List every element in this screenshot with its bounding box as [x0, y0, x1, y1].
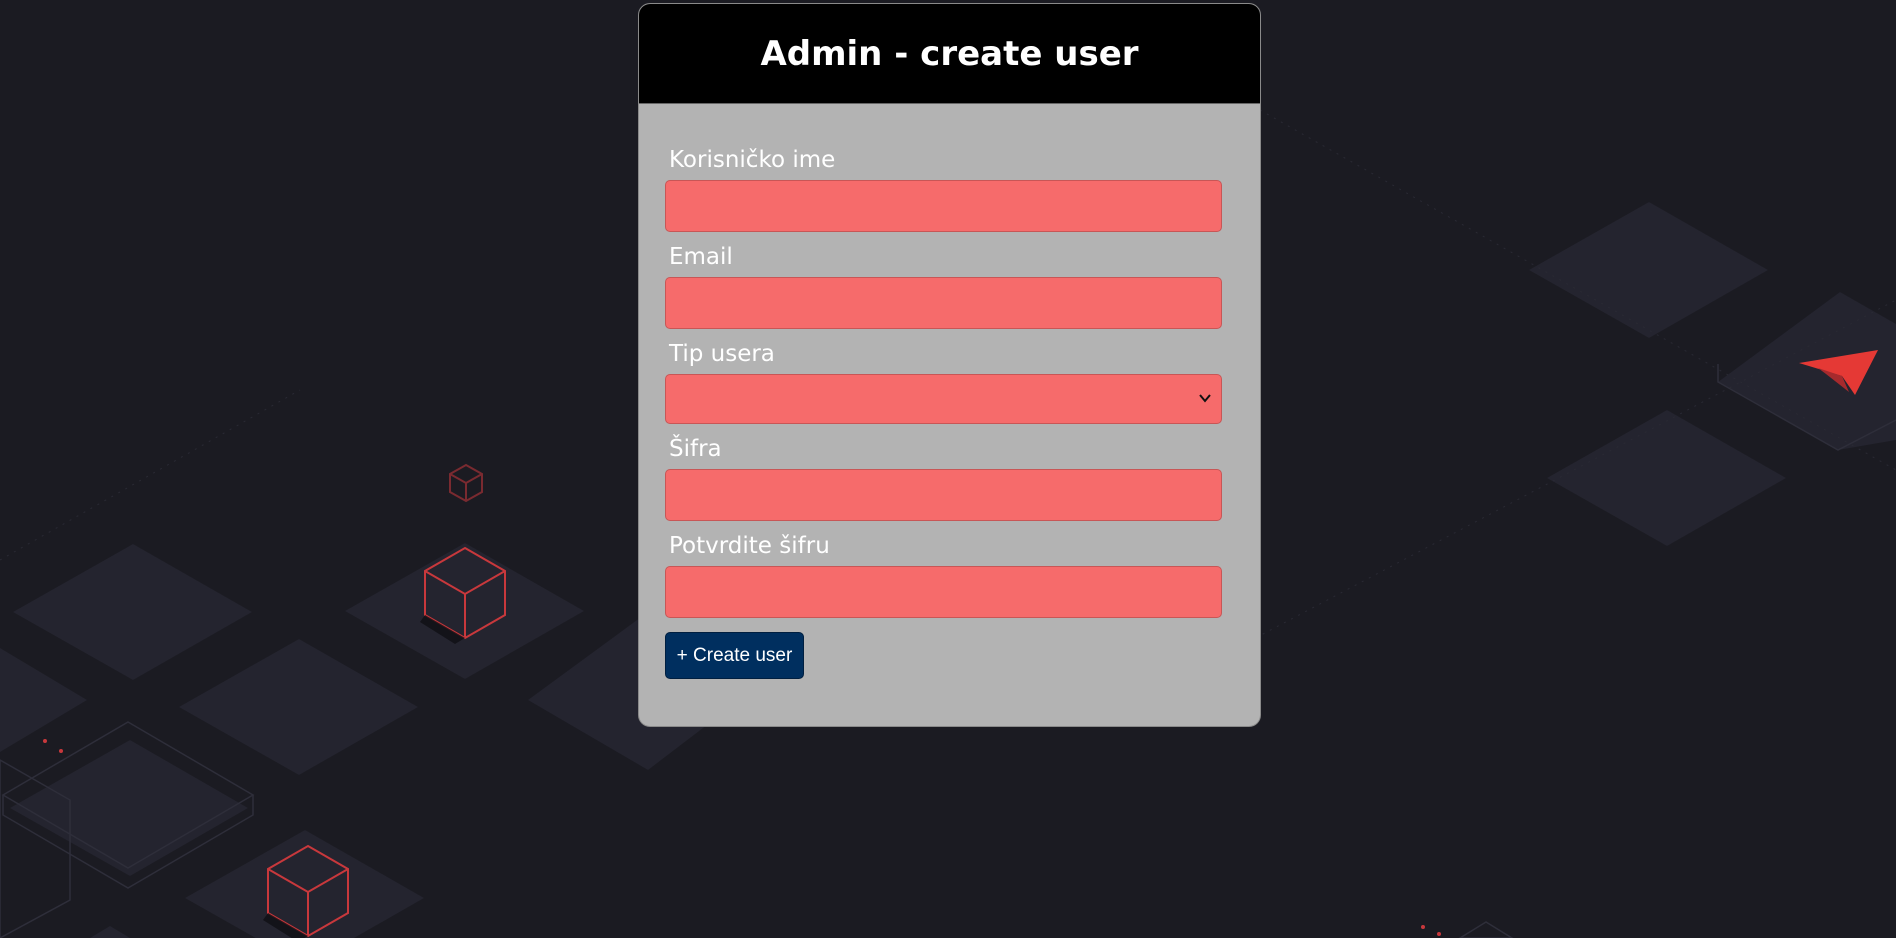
email-field-group: Email [665, 243, 1222, 329]
create-user-form: Korisničko ime Email Tip usera Šifra Pot… [639, 104, 1260, 679]
create-user-button[interactable]: + Create user [665, 632, 804, 679]
user-type-field-group: Tip usera [665, 340, 1222, 424]
confirm-password-input[interactable] [665, 566, 1222, 618]
user-type-select[interactable] [665, 374, 1222, 424]
confirm-password-label: Potvrdite šifru [669, 533, 830, 559]
password-field-group: Šifra [665, 435, 1222, 521]
password-input[interactable] [665, 469, 1222, 521]
email-label: Email [669, 244, 733, 270]
card-header: Admin - create user [639, 4, 1260, 104]
user-type-select-wrapper [665, 374, 1222, 424]
email-input[interactable] [665, 277, 1222, 329]
username-label: Korisničko ime [669, 147, 836, 173]
create-user-card: Admin - create user Korisničko ime Email… [638, 3, 1261, 727]
user-type-label: Tip usera [669, 341, 775, 367]
chevron-down-icon [1199, 394, 1211, 403]
page-title: Admin - create user [760, 33, 1139, 74]
username-field-group: Korisničko ime [665, 146, 1222, 232]
password-label: Šifra [669, 436, 722, 462]
username-input[interactable] [665, 180, 1222, 232]
confirm-password-field-group: Potvrdite šifru [665, 532, 1222, 618]
